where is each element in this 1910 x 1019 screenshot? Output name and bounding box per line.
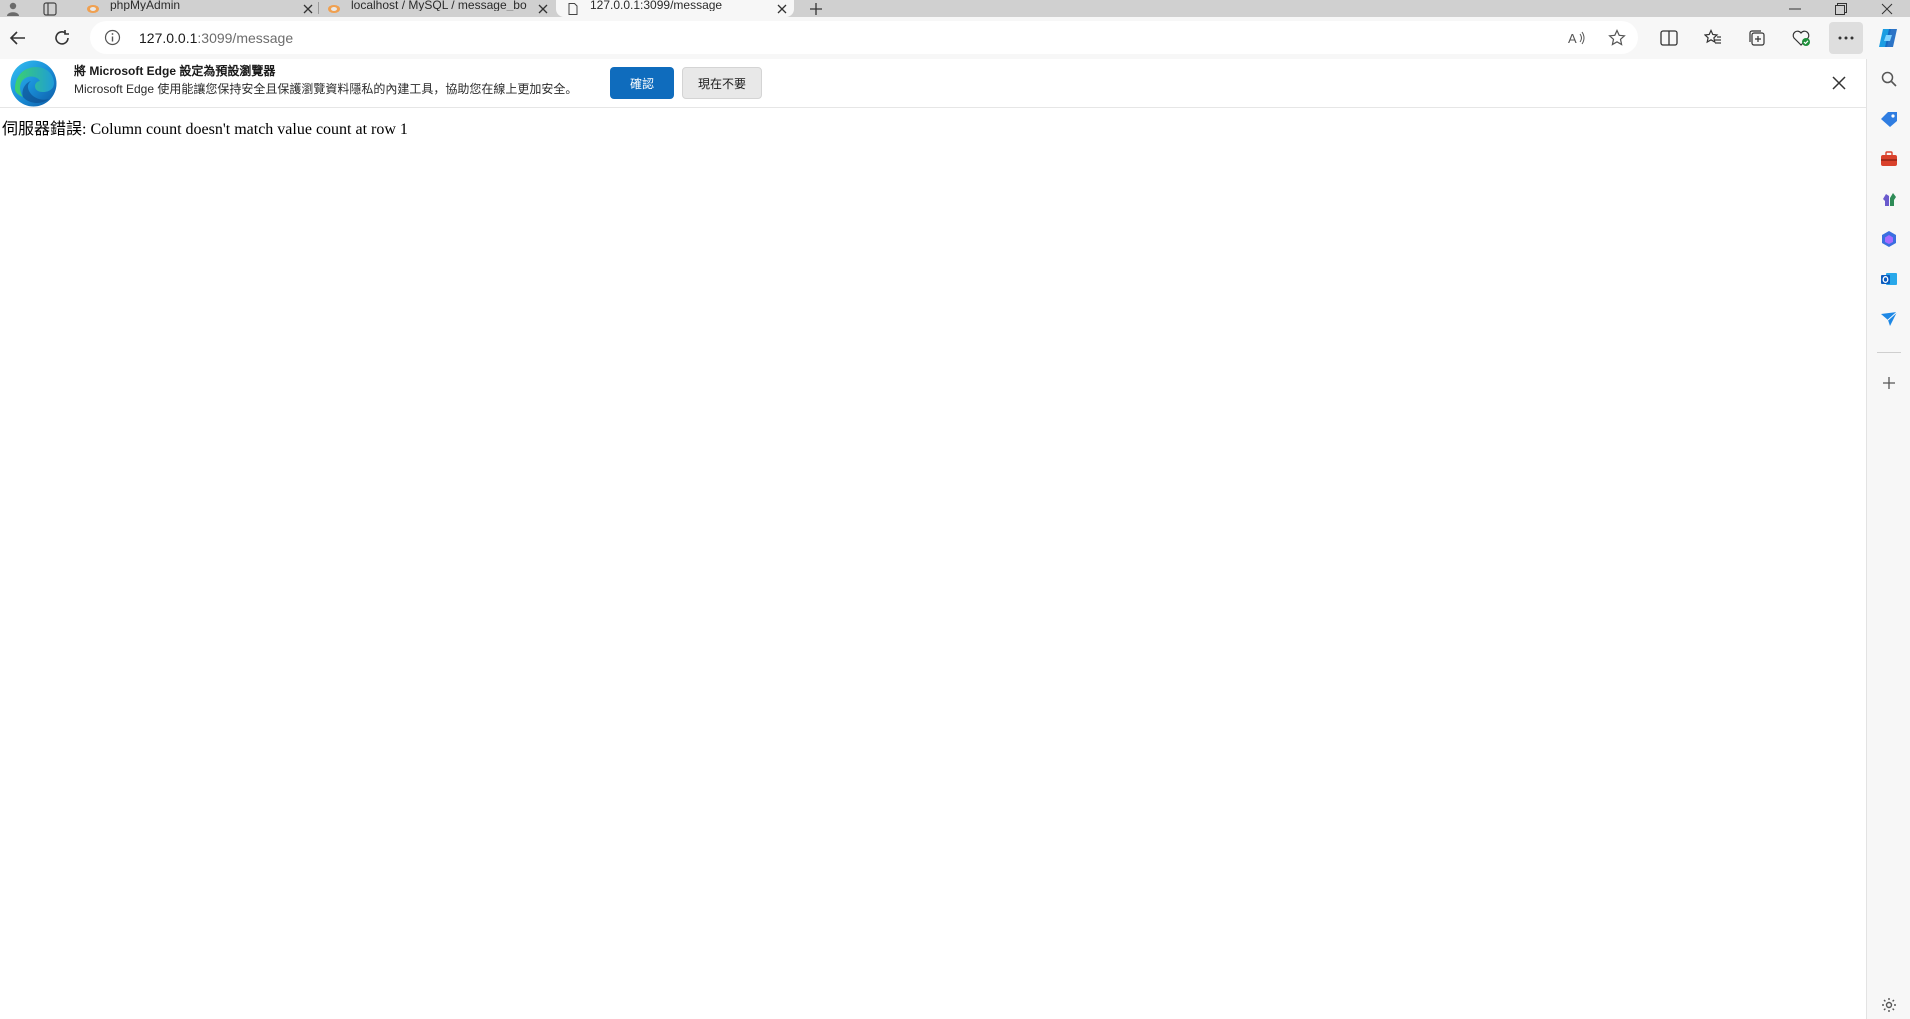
outlook-icon[interactable] [1879, 269, 1899, 289]
tab-localhost-mysql[interactable]: localhost / MySQL / message_bo [327, 0, 551, 17]
url-text[interactable]: 127.0.0.1:3099/message [139, 30, 293, 46]
tab-title: phpMyAdmin [110, 0, 181, 11]
split-screen-icon[interactable] [1653, 22, 1685, 54]
browser-toolbar: 127.0.0.1:3099/message A [0, 17, 1910, 59]
favorite-star-icon[interactable] [1605, 26, 1629, 50]
phpmyadmin-icon [86, 3, 100, 15]
site-info-icon[interactable] [104, 29, 121, 46]
collections-icon[interactable] [1741, 22, 1773, 54]
tab-title: 127.0.0.1:3099/message [590, 0, 723, 11]
not-now-button[interactable]: 現在不要 [682, 67, 762, 99]
more-options-icon[interactable] [1829, 22, 1863, 54]
new-tab-icon[interactable] [806, 0, 826, 17]
close-infobar-icon[interactable] [1826, 70, 1852, 96]
sidebar-divider [1877, 352, 1901, 353]
browser-essentials-icon[interactable] [1785, 22, 1817, 54]
copilot-icon[interactable] [1872, 22, 1904, 54]
error-message: 伺服器錯誤: Column count doesn't match value … [2, 121, 408, 138]
svg-text:A: A [1568, 31, 1577, 46]
tab-message[interactable]: 127.0.0.1:3099/message [556, 0, 794, 17]
close-tab-icon[interactable] [300, 1, 316, 17]
default-browser-infobar: 將 Microsoft Edge 設定為預設瀏覽器 Microsoft Edge… [0, 59, 1866, 108]
window-close-icon[interactable] [1864, 0, 1910, 17]
games-icon[interactable] [1879, 189, 1899, 209]
favorites-icon[interactable] [1697, 22, 1729, 54]
phpmyadmin-icon [327, 3, 341, 15]
profile-icon[interactable] [2, 0, 24, 17]
close-tab-icon[interactable] [774, 1, 790, 17]
tab-strip: phpMyAdmin localhost / MySQL / message_b… [0, 0, 1910, 17]
infobar-title: 將 Microsoft Edge 設定為預設瀏覽器 [74, 64, 276, 78]
back-icon[interactable] [2, 22, 34, 54]
page-icon [566, 2, 580, 15]
edge-sidebar [1866, 59, 1910, 1019]
address-bar[interactable]: 127.0.0.1:3099/message A [90, 21, 1638, 54]
tab-actions-icon[interactable] [38, 0, 62, 17]
tab-phpmyadmin[interactable]: phpMyAdmin [86, 0, 316, 17]
page-content: 伺服器錯誤: Column count doesn't match value … [0, 109, 1866, 1019]
add-icon[interactable] [1879, 373, 1899, 393]
confirm-button[interactable]: 確認 [610, 67, 674, 99]
minimize-icon[interactable] [1772, 0, 1818, 17]
restore-icon[interactable] [1818, 0, 1864, 17]
tab-separator [318, 2, 319, 14]
close-tab-icon[interactable] [535, 1, 551, 17]
refresh-icon[interactable] [46, 22, 78, 54]
url-path: :3099/message [197, 30, 294, 46]
send-icon[interactable] [1879, 309, 1899, 329]
infobar-description: Microsoft Edge 使用能讓您保持安全且保護瀏覽資料隱私的內建工具，協… [74, 82, 578, 96]
tools-icon[interactable] [1879, 149, 1899, 169]
microsoft-365-icon[interactable] [1879, 229, 1899, 249]
edge-logo-icon [9, 59, 58, 108]
settings-gear-icon[interactable] [1879, 995, 1899, 1015]
shopping-tag-icon[interactable] [1879, 109, 1899, 129]
read-aloud-icon[interactable]: A [1565, 26, 1589, 50]
tab-title: localhost / MySQL / message_bo [351, 0, 527, 11]
search-icon[interactable] [1879, 69, 1899, 89]
url-host: 127.0.0.1 [139, 30, 198, 46]
